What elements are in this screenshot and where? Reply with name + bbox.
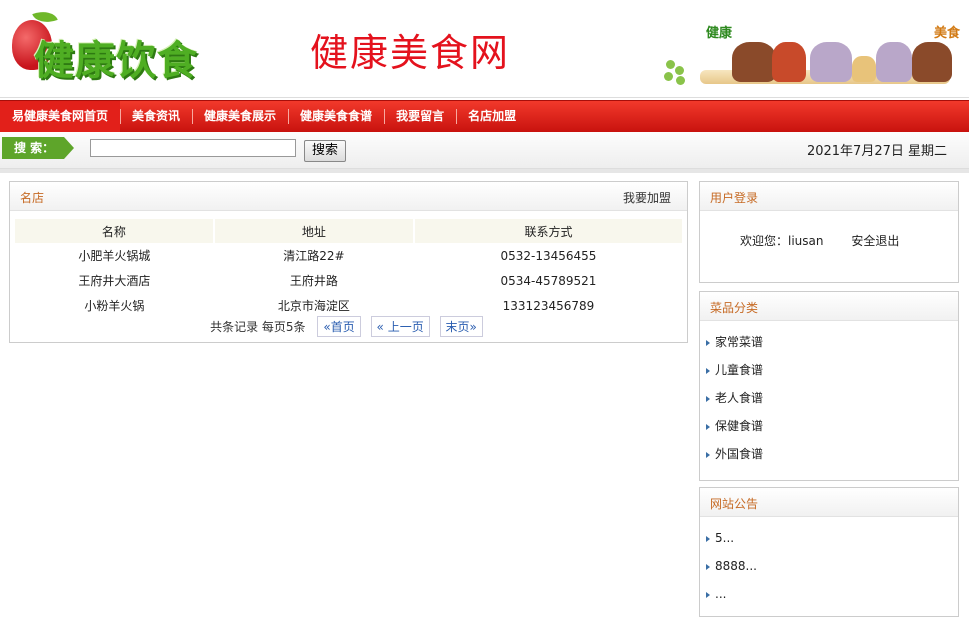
banner-tag-food: 美食 (934, 26, 961, 41)
table-row: 小肥羊火锅城 清江路22# 0532-13456455 (15, 243, 683, 268)
welcome-text: 欢迎您：liusan (740, 234, 824, 248)
nav-item-recipes[interactable]: 健康美食食谱 (288, 101, 384, 132)
logout-link[interactable]: 安全退出 (851, 234, 899, 248)
pagination-summary: 共条记录 每页5条 (210, 320, 306, 334)
notice-item[interactable]: 8888... (706, 552, 757, 580)
notice-list: 5... 8888... ... (706, 524, 757, 608)
category-list: 家常菜谱 儿童食谱 老人食谱 保健食谱 外国食谱 (706, 328, 763, 468)
category-item-home[interactable]: 家常菜谱 (706, 328, 763, 356)
shop-name: 小肥羊火锅城 (78, 249, 151, 263)
shop-name: 王府井大酒店 (78, 274, 151, 288)
shop-address: 北京市海淀区 (277, 299, 350, 313)
shop-name: 小粉羊火锅 (84, 299, 145, 313)
notice-item[interactable]: 5... (706, 524, 757, 552)
shop-contact: 133123456789 (502, 298, 595, 313)
column-header-name: 名称 (15, 219, 215, 243)
panel-title: 用户登录 (710, 191, 759, 205)
nav-item-join[interactable]: 名店加盟 (456, 101, 528, 132)
panel-header: 名店 我要加盟 (10, 182, 687, 211)
shop-contact: 0532-13456455 (500, 248, 597, 263)
divider (0, 169, 969, 173)
nav-item-food-showcase[interactable]: 健康美食展示 (192, 101, 288, 132)
panel-header: 菜品分类 (700, 292, 958, 321)
flower-icon (660, 56, 690, 86)
site-title: 健康美食网 (310, 31, 511, 75)
food-image (912, 42, 952, 82)
login-status: 欢迎您：liusan 安全退出 (740, 232, 899, 249)
category-item-foreign[interactable]: 外国食谱 (706, 440, 763, 468)
category-panel: 菜品分类 家常菜谱 儿童食谱 老人食谱 保健食谱 外国食谱 (699, 291, 959, 481)
table-row: 王府井大酒店 王府井路 0534-45789521 (15, 268, 683, 293)
panel-title: 菜品分类 (710, 301, 759, 315)
site-logo[interactable]: 健康饮食 (10, 6, 210, 86)
search-label: 搜 索： (2, 137, 74, 159)
flower-basket-image (876, 42, 912, 82)
notice-panel: 网站公告 5... 8888... ... (699, 487, 959, 617)
column-header-contact: 联系方式 (413, 219, 685, 243)
table-header-row: 名称 地址 联系方式 (15, 219, 685, 243)
panel-title: 名店 (20, 191, 45, 205)
search-input[interactable] (90, 139, 296, 157)
category-item-health[interactable]: 保健食谱 (706, 412, 763, 440)
panel-header: 用户登录 (700, 182, 958, 211)
main-nav: 易健康美食网首页 美食资讯 健康美食展示 健康美食食谱 我要留言 名店加盟 (0, 100, 969, 132)
food-image (732, 42, 776, 82)
column-header-address: 地址 (213, 219, 415, 243)
login-panel: 用户登录 欢迎您：liusan 安全退出 (699, 181, 959, 283)
table-row: 小粉羊火锅 北京市海淀区 133123456789 (15, 293, 683, 318)
last-page-button[interactable]: 末页» (439, 316, 483, 337)
logo-text: 健康饮食 (34, 38, 198, 84)
figure-image (852, 56, 876, 82)
nav-item-message[interactable]: 我要留言 (384, 101, 456, 132)
shop-panel: 名店 我要加盟 名称 地址 联系方式 小肥羊火锅城 清江路22# 0532-13… (9, 181, 688, 343)
category-item-elderly[interactable]: 老人食谱 (706, 384, 763, 412)
panel-title: 网站公告 (710, 497, 759, 511)
shop-table: 名称 地址 联系方式 小肥羊火锅城 清江路22# 0532-13456455 王… (15, 219, 685, 318)
banner-tag-health: 健康 (706, 26, 733, 41)
nav-item-home[interactable]: 易健康美食网首页 (0, 101, 121, 132)
first-page-button[interactable]: «首页 (317, 316, 361, 337)
panel-header: 网站公告 (700, 488, 958, 517)
header-banner-image: 健康 美食 (660, 18, 960, 88)
notice-item[interactable]: ... (706, 580, 757, 608)
shop-address: 清江路22# (283, 249, 345, 263)
shop-address: 王府井路 (289, 274, 338, 288)
current-date: 2021年7月27日 星期二 (806, 144, 947, 159)
prev-page-button[interactable]: « 上一页 (370, 316, 430, 337)
category-item-children[interactable]: 儿童食谱 (706, 356, 763, 384)
join-link[interactable]: 我要加盟 (623, 189, 671, 206)
flower-basket-image (810, 42, 852, 82)
nav-item-food-news[interactable]: 美食资讯 (120, 101, 192, 132)
food-image (772, 42, 806, 82)
search-button[interactable]: 搜索 (304, 140, 346, 162)
site-header: 健康饮食 健康美食网 健康 美食 (0, 0, 969, 98)
search-bar: 搜 索： 搜索 2021年7月27日 星期二 (0, 132, 969, 169)
shop-contact: 0534-45789521 (500, 273, 597, 288)
pagination: 共条记录 每页5条 «首页 « 上一页 末页» (10, 316, 689, 337)
